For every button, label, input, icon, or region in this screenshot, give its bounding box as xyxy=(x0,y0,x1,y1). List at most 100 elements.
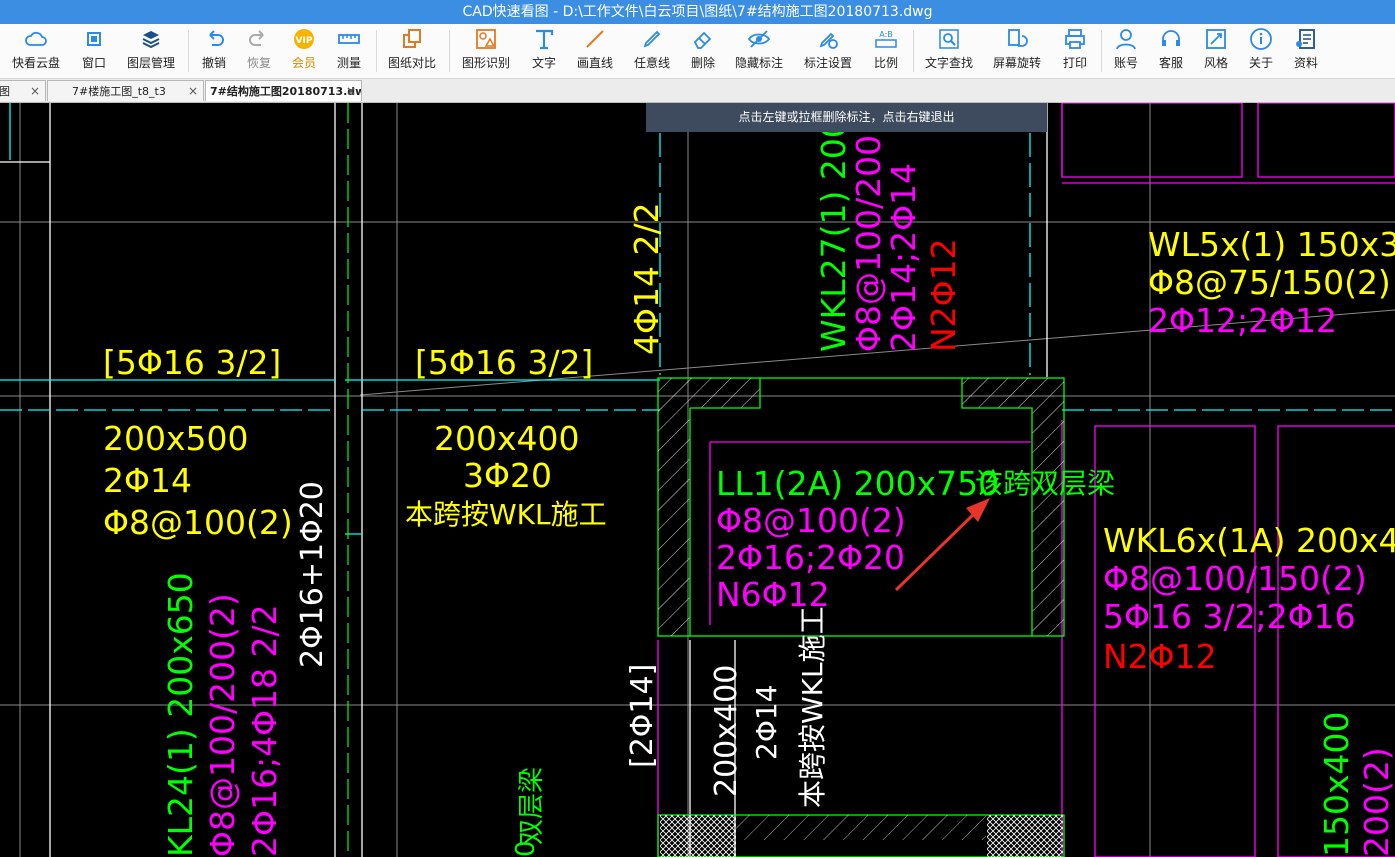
text-search-button[interactable]: 文字查找 xyxy=(919,26,979,71)
text-icon xyxy=(536,29,554,50)
wkl27-stirrup: Φ8@100/200(2) xyxy=(849,103,888,352)
annotation-settings-icon xyxy=(819,32,838,49)
wkl6x-rebar: 5Φ16 3/2;2Φ16 xyxy=(1103,597,1356,636)
shape-recognize-icon xyxy=(476,29,496,49)
toolbar-separator xyxy=(449,30,450,72)
toolbar-label: 删除 xyxy=(690,56,715,70)
svg-text:VIP: VIP xyxy=(296,36,313,46)
info-icon xyxy=(1250,28,1272,50)
account-button[interactable]: 账号 xyxy=(1106,26,1146,71)
scale-button[interactable]: A:B 比例 xyxy=(866,26,906,71)
beam1-size: 200x500 xyxy=(103,419,249,458)
measure-button[interactable]: 测量 xyxy=(329,26,369,71)
window-title: CAD快速看图 - D:\工作文件\白云项目\图纸\7#结构施工图2018071… xyxy=(0,0,1395,24)
toolbar-label: 任意线 xyxy=(633,56,670,70)
wl5x-stirrup: Φ8@75/150(2) xyxy=(1148,263,1391,302)
docs-icon xyxy=(1296,29,1315,49)
annotation-settings-button[interactable]: 标注设置 xyxy=(798,26,858,71)
toolbar-separator xyxy=(188,30,189,72)
wkl27-label: WKL27(1) 200x xyxy=(814,103,853,352)
vertical-4phi14-label: 4Φ14 2/2 xyxy=(627,202,666,355)
toolbar-separator xyxy=(376,30,377,72)
main-toolbar: 快看云盘 窗口 图层管理 撤销 恢复 VIP 会员 测量 图纸对比 图形识别 文… xyxy=(0,24,1395,79)
rotate-screen-button[interactable]: 屏幕旋转 xyxy=(987,26,1047,71)
kl24-label: KL24(1) 200x650 xyxy=(161,572,200,857)
beam2-size: 200x400 xyxy=(434,419,580,458)
cad-drawing-canvas[interactable]: WL5x(1) 150x300 Φ8@75/150(2) 2Φ12;2Φ12 W… xyxy=(0,103,1395,857)
toolbar-separator xyxy=(913,30,914,72)
toolbar-label: 窗口 xyxy=(81,56,106,70)
wkl6x-n2: N2Φ12 xyxy=(1103,637,1217,676)
toolbar-label: 文字 xyxy=(531,56,556,70)
window-icon xyxy=(87,32,101,46)
pen-icon xyxy=(643,30,661,48)
toolbar-label: 资料 xyxy=(1293,56,1318,70)
toolbar-label: 快看云盘 xyxy=(11,56,60,70)
rotate-screen-icon xyxy=(1008,29,1028,47)
vertical-2phi14-bracket: [2Φ14] xyxy=(625,664,660,768)
beam1-rebar: 2Φ14 xyxy=(103,461,192,500)
ruler-icon xyxy=(338,34,360,44)
undo-button[interactable]: 撤销 xyxy=(194,26,234,71)
scale-icon: A:B xyxy=(875,30,897,48)
draw-line-button[interactable]: 画直线 xyxy=(570,26,620,71)
style-button[interactable]: 风格 xyxy=(1196,26,1236,71)
vertical-200-2: 200(2) xyxy=(1357,747,1395,857)
text-button[interactable]: 文字 xyxy=(524,26,564,71)
hide-eye-icon xyxy=(747,30,771,48)
vip-button[interactable]: VIP 会员 xyxy=(284,26,324,71)
vertical-wkl-note: 本跨按WKL施工 xyxy=(796,606,829,808)
hide-annotation-button[interactable]: 隐藏标注 xyxy=(729,26,789,71)
close-icon[interactable]: × xyxy=(188,81,198,101)
toolbar-label: 撤销 xyxy=(201,56,226,70)
tab-drawing-2[interactable]: 7#楼施工图_t8_t3 × xyxy=(47,80,204,101)
tab-drawing-active[interactable]: 7#结构施工图20180713.dwg × xyxy=(205,80,362,101)
kl24-stirrup: Φ8@100/200(2) xyxy=(203,593,242,857)
document-tabs: 图 × 7#楼施工图_t8_t3 × 7#结构施工图20180713.dwg × xyxy=(0,79,1395,103)
beam2-rebar: 3Φ20 xyxy=(463,456,552,495)
about-button[interactable]: 关于 xyxy=(1241,26,1281,71)
close-icon[interactable]: × xyxy=(30,81,40,101)
toolbar-label: 账号 xyxy=(1113,56,1138,70)
freehand-line-button[interactable]: 任意线 xyxy=(627,26,677,71)
toolbar-label: 测量 xyxy=(336,56,361,70)
toolbar-label: 图层管理 xyxy=(126,56,175,70)
vertical-200x400: 200x400 xyxy=(709,665,744,797)
toolbar-label: 标注设置 xyxy=(803,56,852,70)
beam1-stirrup: Φ8@100(2) xyxy=(103,503,293,542)
kl24-rebar: 2Φ16;4Φ18 2/2 xyxy=(245,604,284,857)
customer-service-button[interactable]: 客服 xyxy=(1151,26,1191,71)
vertical-2phi16-label: 2Φ16+1Φ20 xyxy=(295,481,330,668)
svg-text:A:B: A:B xyxy=(879,30,893,39)
toolbar-label: 会员 xyxy=(291,56,316,70)
toolbar-label: 恢复 xyxy=(246,56,271,70)
docs-button[interactable]: 资料 xyxy=(1286,26,1326,71)
print-button[interactable]: 打印 xyxy=(1055,26,1095,71)
wl5x-label: WL5x(1) 150x300 xyxy=(1148,225,1395,264)
toolbar-label: 客服 xyxy=(1158,56,1183,70)
toolbar-label: 画直线 xyxy=(576,56,613,70)
redo-button[interactable]: 恢复 xyxy=(239,26,279,71)
tab-drawing-1[interactable]: 图 × xyxy=(0,80,46,101)
redo-icon xyxy=(249,30,264,46)
bracket-label-1: [5Φ16 3/2] xyxy=(103,343,281,382)
vertical-zero: 0 xyxy=(511,840,541,857)
cloud-disk-button[interactable]: 快看云盘 xyxy=(6,26,66,71)
ll1-stirrup: Φ8@100(2) xyxy=(716,501,906,540)
close-icon[interactable]: × xyxy=(346,81,356,101)
toolbar-label: 关于 xyxy=(1248,56,1273,70)
headset-icon xyxy=(1162,30,1180,46)
compare-button[interactable]: 图纸对比 xyxy=(382,26,442,71)
toolbar-label: 图纸对比 xyxy=(387,56,436,70)
window-button[interactable]: 窗口 xyxy=(74,26,114,71)
toolbar-separator xyxy=(1101,30,1102,72)
printer-icon xyxy=(1065,29,1085,49)
delete-button[interactable]: 删除 xyxy=(683,26,723,71)
vertical-2phi14: 2Φ14 xyxy=(750,685,783,760)
toolbar-label: 比例 xyxy=(873,56,898,70)
undo-icon xyxy=(209,30,224,46)
wkl27-n2: N2Φ12 xyxy=(924,238,963,352)
shape-recognize-button[interactable]: 图形识别 xyxy=(456,26,516,71)
layer-manager-button[interactable]: 图层管理 xyxy=(120,26,182,71)
ll1-label: LL1(2A) 200x750 xyxy=(716,464,999,503)
